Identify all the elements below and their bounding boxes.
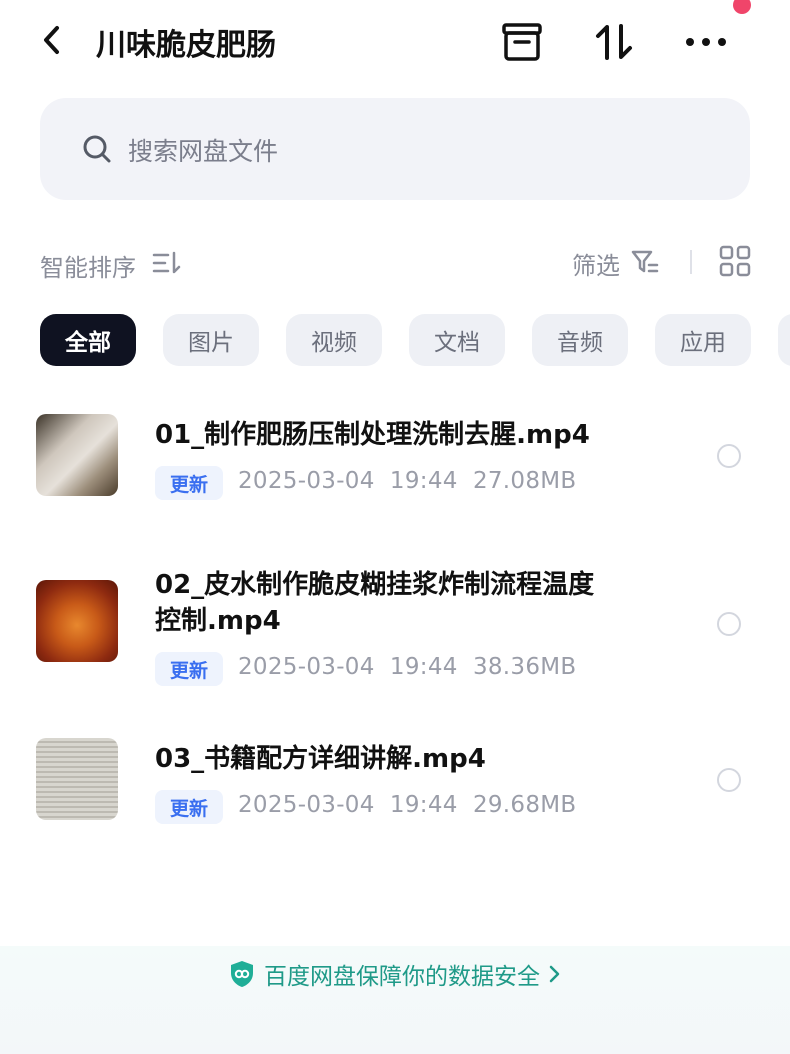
chip-overflow[interactable] xyxy=(778,314,790,366)
toolbar-divider xyxy=(690,250,692,274)
file-time: 19:44 xyxy=(389,792,458,818)
search-input[interactable]: 搜索网盘文件 xyxy=(128,132,278,168)
update-badge: 更新 xyxy=(155,790,223,824)
video-thumbnail xyxy=(36,738,118,820)
file-row[interactable]: 03_书籍配方详细讲解.mp4 更新 2025-03-04 19:44 29.6… xyxy=(0,730,790,842)
page-title: 川味脆皮肥肠 xyxy=(96,28,276,63)
file-row[interactable]: 02_皮水制作脆皮糊挂浆炸制流程温度 控制.mp4 更新 2025-03-04 … xyxy=(0,560,790,700)
search-bar[interactable]: 搜索网盘文件 xyxy=(40,98,750,200)
filter-funnel-icon[interactable] xyxy=(630,248,660,276)
shield-icon xyxy=(231,961,253,987)
file-date: 2025-03-04 xyxy=(238,654,375,680)
chip-videos[interactable]: 视频 xyxy=(286,314,382,366)
chip-documents[interactable]: 文档 xyxy=(409,314,505,366)
select-radio[interactable] xyxy=(717,768,741,792)
file-size: 27.08MB xyxy=(472,468,577,494)
file-time: 19:44 xyxy=(389,468,458,494)
notification-dot xyxy=(733,0,751,14)
search-icon xyxy=(83,135,111,163)
file-date: 2025-03-04 xyxy=(238,468,375,494)
file-meta: 2025-03-04 19:44 27.08MB xyxy=(238,468,577,494)
chip-audio[interactable]: 音频 xyxy=(532,314,628,366)
file-row[interactable]: 01_制作肥肠压制处理洗制去腥.mp4 更新 2025-03-04 19:44 … xyxy=(0,400,790,512)
file-size: 38.36MB xyxy=(472,654,577,680)
sort-swap-icon xyxy=(596,24,632,60)
file-name: 03_书籍配方详细讲解.mp4 xyxy=(155,744,486,774)
update-badge: 更新 xyxy=(155,466,223,500)
file-name-continued: 控制.mp4 xyxy=(155,606,281,636)
more-dots-icon xyxy=(686,38,726,46)
archive-button[interactable] xyxy=(500,20,544,64)
filter-label[interactable]: 筛选 xyxy=(572,246,620,281)
chip-images[interactable]: 图片 xyxy=(163,314,259,366)
security-text: 百度网盘保障你的数据安全 xyxy=(264,964,540,990)
sort-order-button[interactable] xyxy=(592,20,636,64)
security-footer[interactable]: 百度网盘保障你的数据安全 xyxy=(0,946,790,1054)
file-name: 01_制作肥肠压制处理洗制去腥.mp4 xyxy=(155,420,590,450)
more-button[interactable] xyxy=(684,20,728,64)
chip-all[interactable]: 全部 xyxy=(40,314,136,366)
back-chevron-icon xyxy=(44,26,59,54)
chevron-right-icon xyxy=(549,965,560,983)
update-badge: 更新 xyxy=(155,652,223,686)
select-radio[interactable] xyxy=(717,444,741,468)
file-date: 2025-03-04 xyxy=(238,792,375,818)
video-thumbnail xyxy=(36,580,118,662)
smart-sort-label[interactable]: 智能排序 xyxy=(40,248,136,283)
file-time: 19:44 xyxy=(389,654,458,680)
archive-box-icon xyxy=(502,23,542,61)
video-thumbnail xyxy=(36,414,118,496)
back-button[interactable] xyxy=(34,22,70,58)
file-meta: 2025-03-04 19:44 29.68MB xyxy=(238,792,577,818)
sort-lines-icon[interactable] xyxy=(152,250,182,276)
select-radio[interactable] xyxy=(717,612,741,636)
app-header: 川味脆皮肥肠 xyxy=(0,0,790,84)
file-size: 29.68MB xyxy=(472,792,577,818)
chip-apps[interactable]: 应用 xyxy=(655,314,751,366)
file-meta: 2025-03-04 19:44 38.36MB xyxy=(238,654,577,680)
grid-view-icon[interactable] xyxy=(718,244,752,278)
